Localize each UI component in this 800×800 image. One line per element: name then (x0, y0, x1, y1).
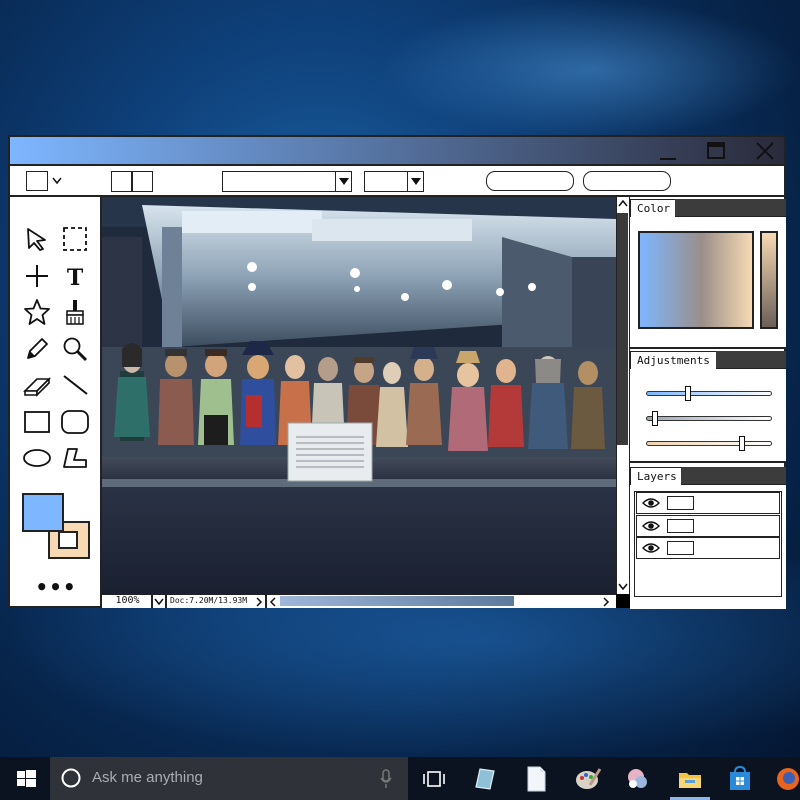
microphone-icon[interactable] (380, 769, 392, 789)
app-icon-2[interactable] (624, 765, 652, 793)
adjustment-slider-2[interactable] (646, 411, 772, 426)
pointer-icon[interactable] (22, 224, 52, 254)
panel-tab-strip (675, 199, 786, 217)
panel-tab-strip (681, 467, 786, 485)
scroll-down-icon[interactable] (618, 581, 628, 591)
action-button-2[interactable] (583, 171, 671, 191)
brush-icon[interactable] (60, 297, 90, 327)
swatch-inner (58, 531, 78, 549)
layer-row[interactable] (636, 514, 780, 537)
vertical-scroll-thumb[interactable] (617, 213, 628, 445)
slider-thumb[interactable] (739, 436, 746, 451)
close-icon[interactable] (748, 139, 782, 163)
view-toggle[interactable] (111, 171, 153, 192)
layers-panel: Layers (630, 467, 786, 609)
rounded-rectangle-icon[interactable] (60, 407, 90, 437)
slider-thumb[interactable] (684, 386, 691, 401)
eraser-icon[interactable] (22, 370, 52, 400)
slider-thumb[interactable] (651, 411, 658, 426)
search-box[interactable]: Ask me anything (50, 757, 408, 800)
text-icon[interactable]: T (60, 261, 90, 291)
info-placard (287, 422, 373, 482)
svg-text:T: T (67, 265, 84, 289)
star-shape-icon[interactable] (22, 297, 52, 327)
layer-thumbnail (667, 496, 694, 510)
crosshair-icon[interactable] (22, 261, 52, 291)
panel-tab-strip (716, 351, 786, 369)
color-panel-tab[interactable]: Color (630, 199, 678, 217)
desktop-glow (380, 0, 800, 140)
file-explorer-icon[interactable] (676, 765, 704, 793)
eye-icon[interactable] (642, 520, 660, 532)
document-size: Doc:7.20M/13.93M (170, 596, 248, 605)
more-tools-icon[interactable]: ••• (10, 575, 102, 599)
scroll-corner (616, 594, 630, 608)
store-icon[interactable] (726, 765, 754, 793)
toolbox: T ••• (10, 197, 102, 606)
eye-icon[interactable] (642, 542, 660, 554)
pencil-icon[interactable] (22, 334, 52, 364)
image-editor-window: T ••• 100% Doc:7.20M/13.93M Color Adjust… (8, 135, 786, 609)
dropdown-arrow-icon[interactable] (407, 172, 423, 191)
font-size-select[interactable] (364, 171, 424, 192)
color-panel: Color (630, 199, 786, 349)
layer-row[interactable] (636, 537, 780, 559)
selection-shape-dropdown[interactable] (26, 171, 48, 191)
foreground-color-swatch[interactable] (22, 493, 64, 532)
doc-info-arrow-icon[interactable] (255, 597, 263, 607)
horizontal-scroll-thumb[interactable] (280, 596, 514, 606)
options-toolbar (10, 166, 784, 197)
adjustments-panel: Adjustments (630, 351, 786, 463)
polygon-icon[interactable] (60, 443, 90, 473)
firefox-icon[interactable] (774, 765, 800, 793)
photo-puppet-display-case (102, 197, 616, 594)
chevron-down-icon[interactable] (52, 177, 62, 185)
paint-icon[interactable] (574, 765, 602, 793)
file-icon[interactable] (522, 765, 550, 793)
task-view-icon[interactable] (420, 765, 448, 793)
dropdown-arrow-icon[interactable] (335, 172, 351, 191)
minimize-icon[interactable] (650, 139, 684, 163)
adjustments-panel-tab[interactable]: Adjustments (630, 351, 717, 369)
layers-panel-tab[interactable]: Layers (630, 467, 684, 485)
vertical-scrollbar[interactable] (616, 197, 630, 594)
scroll-left-icon[interactable] (269, 597, 277, 607)
adjustment-slider-1[interactable] (646, 386, 772, 401)
status-bar: 100% Doc:7.20M/13.93M (102, 594, 616, 608)
rectangle-icon[interactable] (22, 407, 52, 437)
zoom-level[interactable]: 100% (104, 595, 151, 607)
layer-thumbnail (667, 541, 694, 555)
line-icon[interactable] (60, 370, 90, 400)
search-placeholder[interactable]: Ask me anything (92, 769, 203, 786)
ellipse-icon[interactable] (22, 443, 52, 473)
title-bar[interactable] (10, 137, 784, 166)
font-family-select[interactable] (222, 171, 352, 192)
windows-start-icon[interactable] (12, 765, 40, 793)
scroll-right-icon[interactable] (602, 597, 610, 607)
image-canvas[interactable] (102, 197, 616, 594)
cortana-icon (61, 768, 81, 788)
taskbar: Ask me anything (0, 757, 800, 800)
color-field[interactable] (638, 231, 754, 329)
eye-icon[interactable] (642, 497, 660, 509)
layer-row[interactable] (636, 492, 780, 514)
marquee-select-icon[interactable] (60, 224, 90, 254)
hue-strip[interactable] (760, 231, 778, 329)
maximize-icon[interactable] (699, 139, 733, 163)
scroll-up-icon[interactable] (618, 199, 628, 209)
zoom-dropdown-icon[interactable] (154, 597, 164, 606)
adjustment-slider-3[interactable] (646, 436, 772, 451)
app-icon-1[interactable] (470, 765, 498, 793)
layer-thumbnail (667, 518, 694, 533)
zoom-icon[interactable] (60, 334, 90, 364)
action-button-1[interactable] (486, 171, 574, 191)
